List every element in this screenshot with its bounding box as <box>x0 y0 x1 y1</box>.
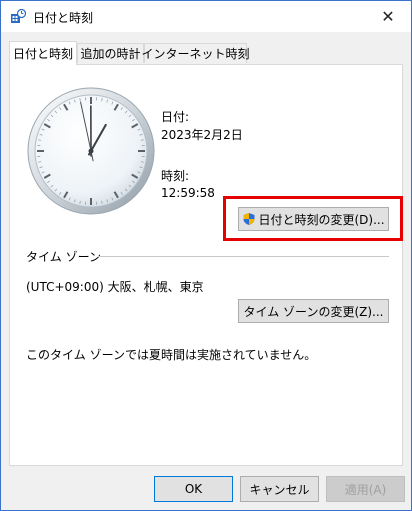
window-title: 日付と時刻 <box>33 11 94 25</box>
date-value: 2023年2月2日 <box>161 128 243 142</box>
date-label: 日付: <box>161 110 190 124</box>
close-button[interactable]: ✕ <box>365 1 411 32</box>
date-time-app-icon <box>11 9 26 23</box>
change-timezone-button[interactable]: タイム ゾーンの変更(Z)... <box>238 299 389 323</box>
dst-note: このタイム ゾーンでは夏時間は実施されていません。 <box>26 348 317 362</box>
analog-clock <box>27 87 155 215</box>
apply-button[interactable]: 適用(A) <box>326 476 405 502</box>
tab-panel: 日付: 2023年2月2日 時刻: 12:59:58 日付と時刻の変更(D)..… <box>9 64 403 466</box>
time-value: 12:59:58 <box>161 186 215 200</box>
timezone-group-divider <box>98 256 389 257</box>
date-time-dialog: 日付と時刻 ✕ 日付と時刻 追加の時計 インターネット時刻 日付: 2023年2… <box>0 0 412 511</box>
close-icon: ✕ <box>381 7 395 26</box>
highlight-box <box>223 196 403 241</box>
cancel-button[interactable]: キャンセル <box>240 476 319 502</box>
tab-date-time[interactable]: 日付と時刻 <box>9 41 77 65</box>
timezone-value: (UTC+09:00) 大阪、札幌、東京 <box>26 280 204 294</box>
tab-additional-clocks[interactable]: 追加の時計 <box>77 43 144 63</box>
timezone-group-title: タイム ゾーン <box>26 250 101 264</box>
title-bar: 日付と時刻 ✕ <box>1 1 411 32</box>
ok-button[interactable]: OK <box>154 476 233 502</box>
tab-internet-time[interactable]: インターネット時刻 <box>142 43 250 63</box>
time-label: 時刻: <box>161 169 190 183</box>
